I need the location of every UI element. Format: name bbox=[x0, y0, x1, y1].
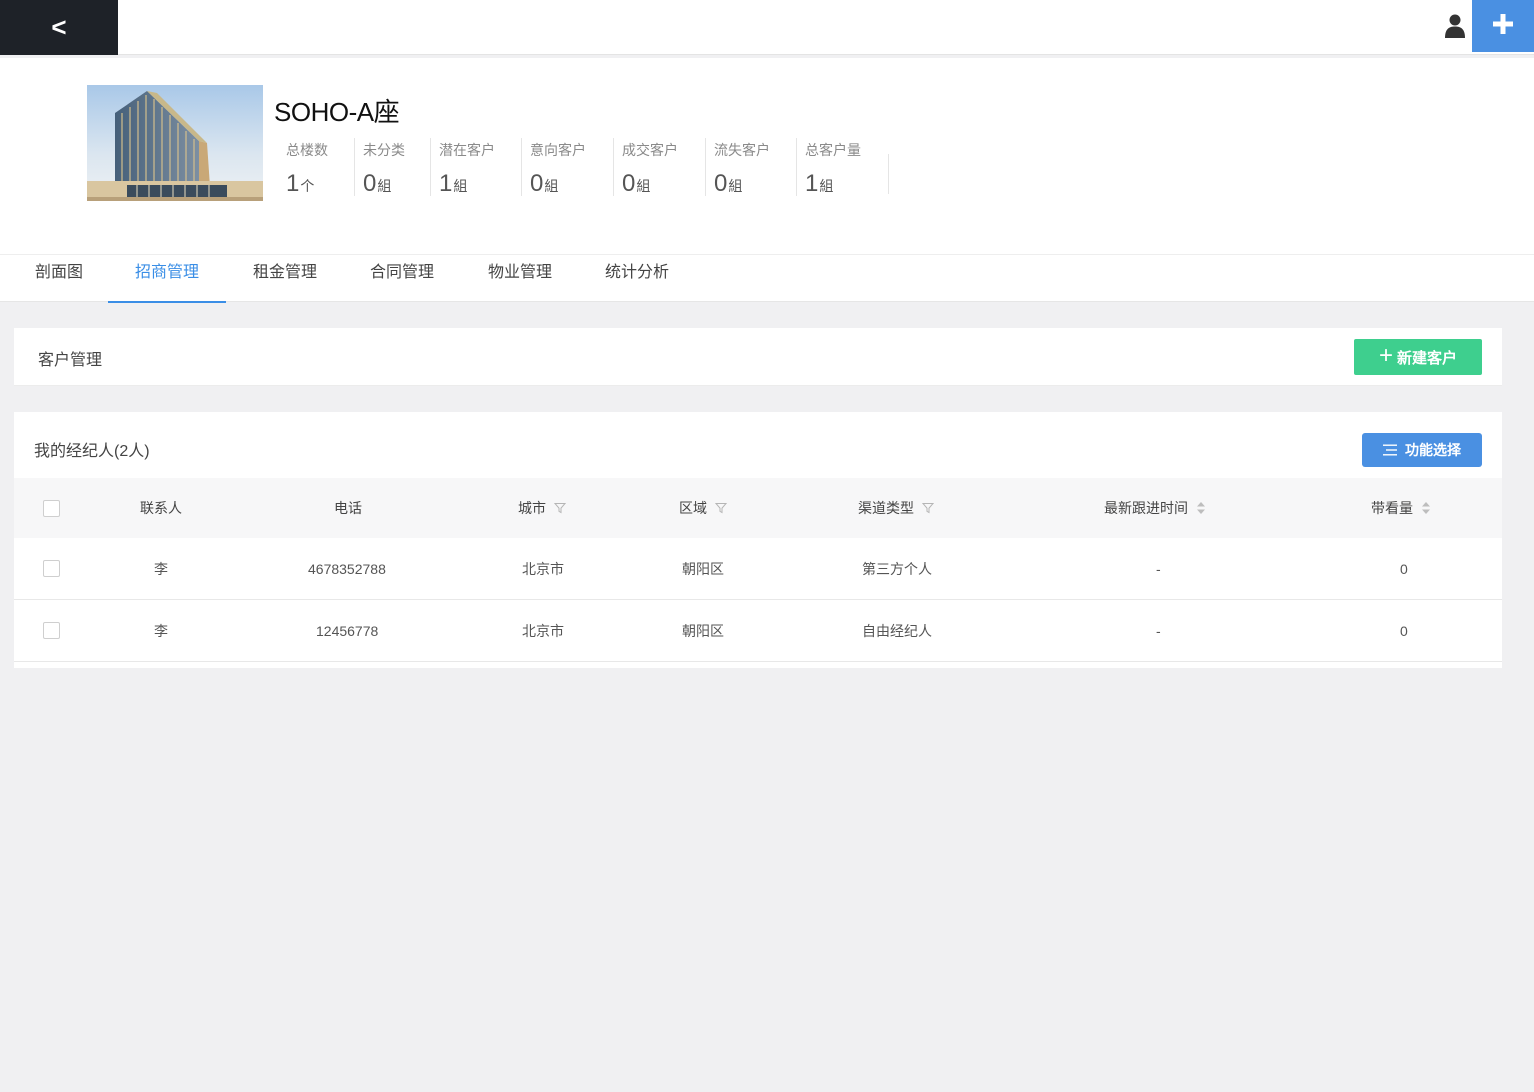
cell-phone: 4678352788 bbox=[308, 560, 386, 577]
building-image bbox=[87, 85, 263, 201]
cell-contact: 李 bbox=[154, 560, 168, 577]
tab-statistics[interactable]: 统计分析 bbox=[603, 255, 671, 303]
cell-channel-type: 第三方个人 bbox=[862, 560, 932, 577]
col-district: 区域 bbox=[679, 478, 727, 538]
user-icon[interactable] bbox=[1444, 13, 1466, 39]
tab-section-view[interactable]: 剖面图 bbox=[33, 255, 85, 303]
tab-rent-management[interactable]: 租金管理 bbox=[251, 255, 319, 303]
add-button[interactable] bbox=[1472, 0, 1534, 52]
stats-divider bbox=[888, 154, 889, 194]
cell-city: 北京市 bbox=[522, 622, 564, 639]
col-channel-type: 渠道类型 bbox=[858, 478, 934, 538]
table-header: 联系人 电话 城市 区域 渠道类型 最新跟进时间 带看量 bbox=[14, 478, 1502, 538]
select-all-checkbox[interactable] bbox=[43, 499, 60, 517]
agents-panel: 我的经纪人(2人) 功能选择 联系人 电话 城市 区域 渠道类型 最新跟进时间 … bbox=[14, 412, 1502, 668]
sort-icon[interactable] bbox=[1196, 501, 1206, 515]
cell-phone: 12456778 bbox=[316, 622, 379, 639]
cell-district: 朝阳区 bbox=[682, 622, 724, 639]
stat-unclassified: 未分类 0組 bbox=[354, 138, 430, 197]
stat-potential-customers: 潜在客户 1組 bbox=[430, 138, 521, 197]
cell-latest-followup: - bbox=[1156, 560, 1161, 577]
stat-closed-customers: 成交客户 0組 bbox=[613, 138, 705, 197]
col-phone: 电话 bbox=[334, 500, 362, 516]
filter-icon[interactable] bbox=[715, 502, 727, 514]
new-customer-button[interactable]: + 新建客户 bbox=[1354, 339, 1482, 375]
building-header: SOHO-A座 总楼数 1个 未分类 0組 潜在客户 1組 意向客户 0組 成交… bbox=[0, 58, 1534, 254]
filter-icon[interactable] bbox=[922, 502, 934, 514]
cell-channel-type: 自由经纪人 bbox=[862, 622, 932, 639]
cell-contact: 李 bbox=[154, 622, 168, 639]
customer-management-title: 客户管理 bbox=[38, 352, 103, 369]
function-select-button[interactable]: 功能选择 bbox=[1362, 433, 1482, 467]
top-bar: < bbox=[0, 0, 1534, 55]
col-city: 城市 bbox=[518, 478, 566, 538]
plus-icon: + bbox=[1378, 341, 1393, 369]
col-visits: 带看量 bbox=[1371, 478, 1431, 538]
customer-management-bar: 客户管理 + 新建客户 bbox=[14, 328, 1502, 386]
table-row[interactable]: 李 12456778 北京市 朝阳区 自由经纪人 - 0 bbox=[14, 600, 1502, 662]
row-checkbox[interactable] bbox=[43, 622, 60, 639]
back-button[interactable]: < bbox=[0, 0, 118, 55]
cell-visits: 0 bbox=[1400, 560, 1408, 577]
row-checkbox[interactable] bbox=[43, 560, 60, 577]
stat-lost-customers: 流失客户 0組 bbox=[705, 138, 796, 197]
tab-leasing-management[interactable]: 招商管理 bbox=[108, 255, 226, 303]
list-icon bbox=[1383, 444, 1397, 456]
table-row[interactable]: 李 4678352788 北京市 朝阳区 第三方个人 - 0 bbox=[14, 538, 1502, 600]
stats-row: 总楼数 1个 未分类 0組 潜在客户 1組 意向客户 0組 成交客户 0組 流失… bbox=[274, 138, 889, 198]
tab-bar: 剖面图 招商管理 租金管理 合同管理 物业管理 统计分析 bbox=[0, 254, 1534, 303]
col-latest-followup: 最新跟进时间 bbox=[1104, 478, 1206, 538]
col-contact: 联系人 bbox=[140, 500, 182, 516]
cell-visits: 0 bbox=[1400, 622, 1408, 639]
sort-icon[interactable] bbox=[1421, 501, 1431, 515]
tab-contract-management[interactable]: 合同管理 bbox=[368, 255, 436, 303]
stat-total-floors: 总楼数 1个 bbox=[286, 142, 328, 197]
filter-icon[interactable] bbox=[554, 502, 566, 514]
plus-icon bbox=[1492, 13, 1514, 40]
tab-property-management[interactable]: 物业管理 bbox=[486, 255, 554, 303]
stat-total-customers: 总客户量 1組 bbox=[796, 138, 866, 197]
cell-city: 北京市 bbox=[522, 560, 564, 577]
building-title: SOHO-A座 bbox=[274, 97, 400, 127]
agents-title: 我的经纪人(2人) bbox=[34, 443, 150, 460]
cell-latest-followup: - bbox=[1156, 622, 1161, 639]
stat-intent-customers: 意向客户 0組 bbox=[521, 138, 613, 197]
cell-district: 朝阳区 bbox=[682, 560, 724, 577]
